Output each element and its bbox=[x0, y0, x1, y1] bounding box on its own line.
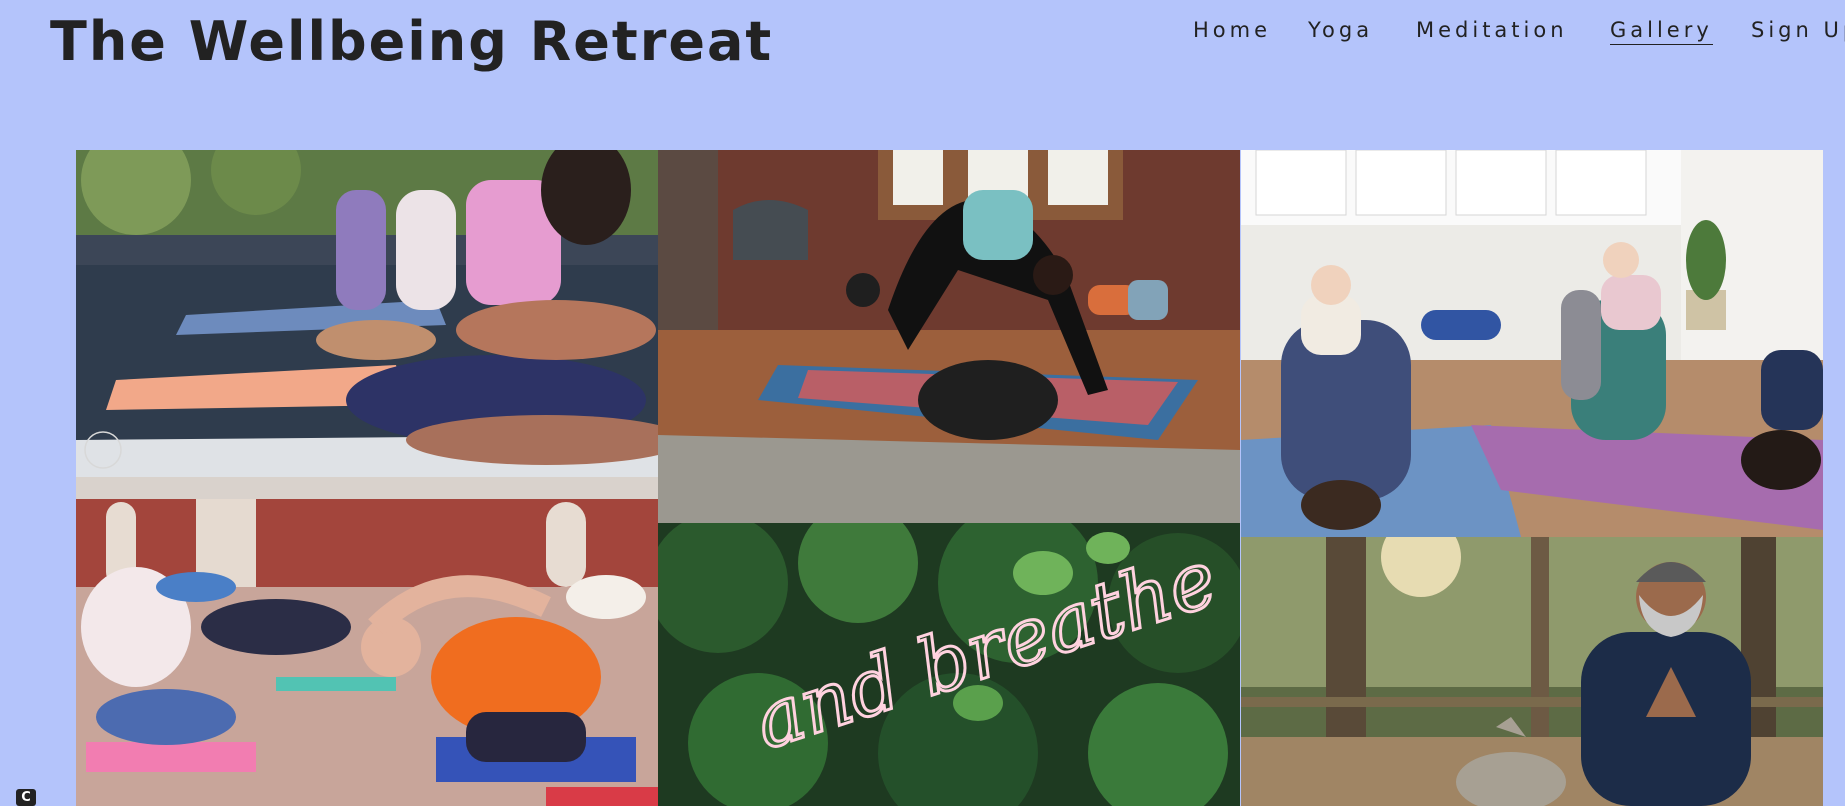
corner-c-badge[interactable]: C bbox=[16, 789, 36, 806]
photo-gallery: and breathe bbox=[0, 0, 1845, 806]
gallery-photo-yoga-with-dog[interactable] bbox=[658, 150, 1240, 523]
yoga-with-dog-image bbox=[658, 150, 1240, 523]
baby-yoga-image bbox=[1241, 150, 1823, 537]
man-meditating-image bbox=[1241, 537, 1823, 806]
gallery-photo-man-meditating[interactable] bbox=[1241, 537, 1823, 806]
group-stretch-image bbox=[76, 477, 658, 806]
gallery-photo-baby-yoga[interactable] bbox=[1241, 150, 1823, 537]
gallery-photo-group-stretch[interactable] bbox=[76, 477, 658, 806]
neon-sign-image: and breathe bbox=[658, 523, 1240, 806]
outdoor-meditation-image bbox=[76, 150, 658, 477]
gallery-photo-outdoor-meditation[interactable] bbox=[76, 150, 658, 477]
gallery-photo-neon-sign[interactable]: and breathe bbox=[658, 523, 1240, 806]
